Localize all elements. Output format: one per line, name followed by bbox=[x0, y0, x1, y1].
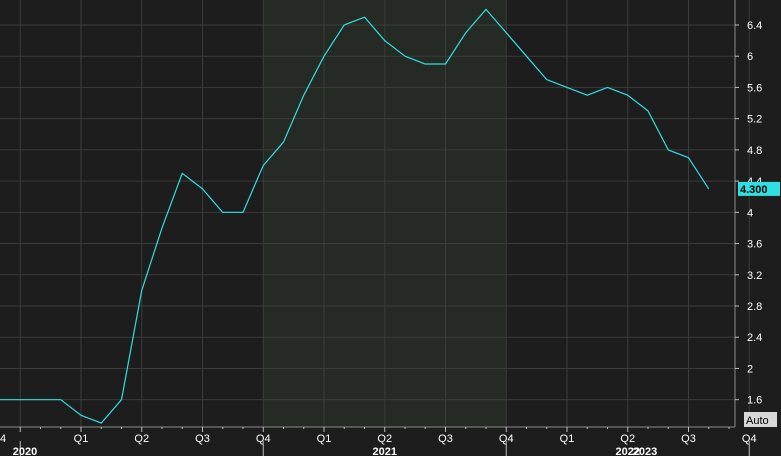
data-point-20 bbox=[404, 56, 405, 57]
data-point-9 bbox=[182, 173, 183, 174]
x-year-label-2020: 2020 bbox=[13, 446, 37, 456]
line-chart: 1.622.42.83.23.644.44.85.25.666.4 4Q1Q2Q… bbox=[0, 0, 781, 456]
data-point-4 bbox=[80, 415, 81, 416]
y-tick-label-2: 2.4 bbox=[747, 332, 762, 344]
data-point-1 bbox=[20, 399, 21, 400]
last-value-label: 4.300 bbox=[740, 184, 768, 196]
data-point-19 bbox=[384, 40, 385, 41]
data-point-21 bbox=[425, 63, 426, 64]
x-quarter-label-8: Q4 bbox=[499, 433, 514, 445]
y-tick-label-10: 5.6 bbox=[747, 82, 762, 94]
x-quarter-label-7: Q3 bbox=[438, 433, 453, 445]
data-point-3 bbox=[60, 399, 61, 400]
x-quarter-label-4: Q4 bbox=[256, 433, 271, 445]
y-tick-label-11: 6 bbox=[747, 51, 753, 63]
x-quarter-label-9: Q1 bbox=[560, 433, 575, 445]
data-point-15 bbox=[303, 95, 304, 96]
y-tick-label-0: 1.6 bbox=[747, 395, 762, 407]
data-point-11 bbox=[222, 212, 223, 213]
data-point-29 bbox=[587, 95, 588, 96]
x-quarter-label-5: Q1 bbox=[317, 433, 332, 445]
y-tick-label-4: 3.2 bbox=[747, 270, 762, 282]
data-point-24 bbox=[485, 9, 486, 10]
x-quarter-label-10: Q2 bbox=[620, 433, 635, 445]
data-point-14 bbox=[283, 141, 284, 142]
data-point-34 bbox=[688, 157, 689, 158]
y-tick-label-8: 4.8 bbox=[747, 145, 762, 157]
x-quarter-label-6: Q2 bbox=[377, 433, 392, 445]
data-point-31 bbox=[627, 95, 628, 96]
data-point-8 bbox=[161, 227, 162, 228]
data-point-25 bbox=[506, 32, 507, 33]
data-point-33 bbox=[668, 149, 669, 150]
y-tick-label-1: 2 bbox=[747, 363, 753, 375]
x-quarter-label-11: Q3 bbox=[681, 433, 696, 445]
data-point-2 bbox=[40, 399, 41, 400]
x-year-label-2021: 2021 bbox=[373, 446, 397, 456]
auto-scale-button-label[interactable]: Auto bbox=[746, 415, 769, 427]
data-point-12 bbox=[242, 212, 243, 213]
data-point-35 bbox=[708, 188, 709, 189]
x-quarter-label-3: Q3 bbox=[195, 433, 210, 445]
data-point-30 bbox=[607, 87, 608, 88]
x-quarter-label-0: 4 bbox=[0, 433, 6, 445]
data-point-5 bbox=[101, 422, 102, 423]
x-quarter-label-12: Q4 bbox=[742, 433, 757, 445]
data-point-18 bbox=[364, 17, 365, 18]
x-quarter-label-2: Q2 bbox=[134, 433, 149, 445]
data-point-13 bbox=[263, 165, 264, 166]
y-tick-label-9: 5.2 bbox=[747, 114, 762, 126]
data-point-28 bbox=[566, 87, 567, 88]
data-point-22 bbox=[445, 63, 446, 64]
y-tick-label-5: 3.6 bbox=[747, 239, 762, 251]
data-point-7 bbox=[141, 290, 142, 291]
data-point-26 bbox=[526, 56, 527, 57]
y-tick-label-3: 2.8 bbox=[747, 301, 762, 313]
data-point-32 bbox=[647, 110, 648, 111]
last-value-badge: 4.300 bbox=[738, 181, 780, 196]
data-point-10 bbox=[202, 188, 203, 189]
data-point-6 bbox=[121, 399, 122, 400]
data-point-23 bbox=[465, 32, 466, 33]
y-tick-label-12: 6.4 bbox=[747, 20, 762, 32]
x-quarter-label-1: Q1 bbox=[74, 433, 89, 445]
data-point-16 bbox=[323, 56, 324, 57]
x-year-label-2023: 2023 bbox=[633, 446, 657, 456]
data-point-17 bbox=[344, 24, 345, 25]
y-tick-label-6: 4 bbox=[747, 207, 753, 219]
auto-scale-button[interactable]: Auto bbox=[744, 412, 777, 427]
data-point-27 bbox=[546, 79, 547, 80]
